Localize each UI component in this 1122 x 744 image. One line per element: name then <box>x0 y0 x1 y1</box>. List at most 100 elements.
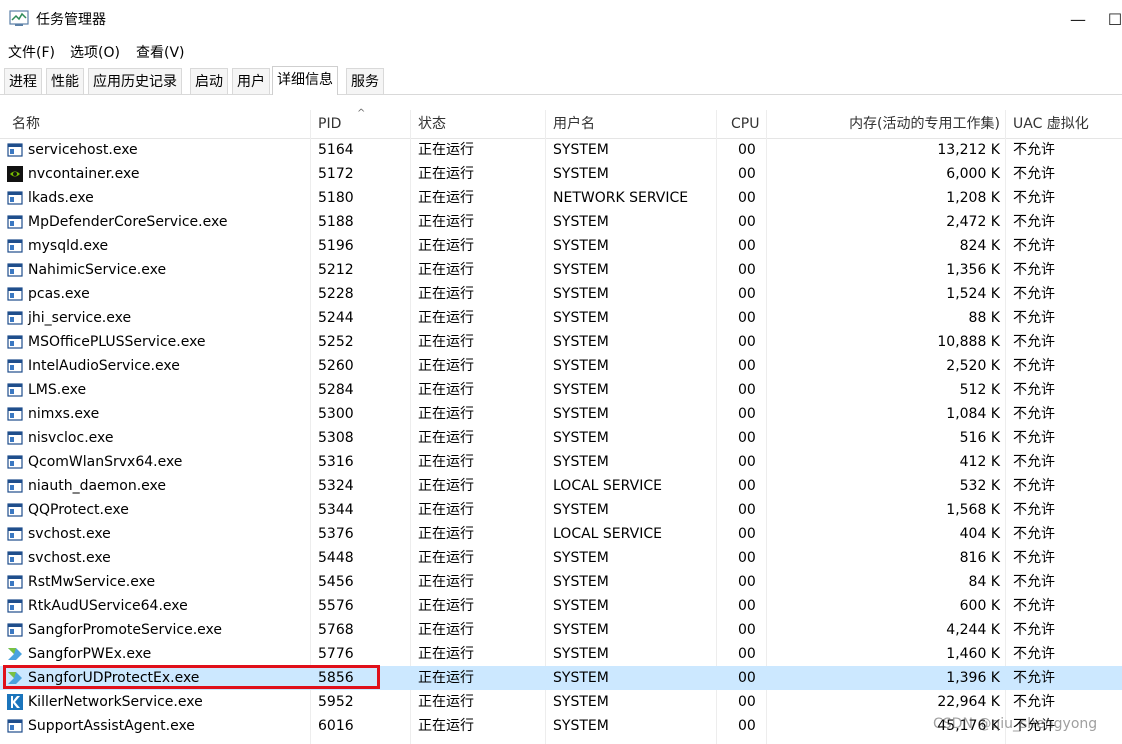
process-uac: 不允许 <box>1013 646 1055 662</box>
table-row[interactable]: niauth_daemon.exe 5324 正在运行 LOCAL SERVICE 00… <box>0 474 1122 498</box>
table-row[interactable]: jhi_service.exe 5244 正在运行 SYSTEM 00 88 K 不允许 <box>0 306 1122 330</box>
tab-app-history[interactable]: 应用历史记录 <box>88 68 182 94</box>
table-row[interactable]: svchost.exe 5448 正在运行 SYSTEM 00 816 K 不允许 <box>0 546 1122 570</box>
process-cpu: 00 <box>738 238 756 254</box>
tab-startup[interactable]: 启动 <box>190 68 228 94</box>
process-uac: 不允许 <box>1013 574 1055 590</box>
process-user: SYSTEM <box>553 262 609 278</box>
table-row[interactable]: mysqld.exe 5196 正在运行 SYSTEM 00 824 K 不允许 <box>0 234 1122 258</box>
table-row[interactable]: pcas.exe 5228 正在运行 SYSTEM 00 1,524 K 不允许 <box>0 282 1122 306</box>
app-window-icon <box>7 406 23 422</box>
table-row[interactable]: lkads.exe 5180 正在运行 NETWORK SERVICE 00 1,208 … <box>0 186 1122 210</box>
menu-file[interactable]: 文件(F) <box>8 42 55 62</box>
column-header-user[interactable]: 用户名 <box>553 110 595 138</box>
table-row[interactable]: NahimicService.exe 5212 正在运行 SYSTEM 00 1,356 … <box>0 258 1122 282</box>
process-cpu: 00 <box>738 478 756 494</box>
tab-services[interactable]: 服务 <box>346 68 384 94</box>
process-pid: 5316 <box>318 454 354 470</box>
process-memory: 6,000 K <box>946 166 1000 182</box>
menu-view[interactable]: 查看(V) <box>136 42 185 62</box>
table-row[interactable]: QcomWlanSrvx64.exe 5316 正在运行 SYSTEM 00 412 K 不… <box>0 450 1122 474</box>
tab-users[interactable]: 用户 <box>232 68 270 94</box>
table-row[interactable]: MpDefenderCoreService.exe 5188 正在运行 SYSTEM 0… <box>0 210 1122 234</box>
menu-options[interactable]: 选项(O) <box>70 42 120 62</box>
table-row[interactable]: IntelAudioService.exe 5260 正在运行 SYSTEM 00 2,5… <box>0 354 1122 378</box>
table-row[interactable]: svchost.exe 5376 正在运行 LOCAL SERVICE 00 404 K 不… <box>0 522 1122 546</box>
process-pid: 5300 <box>318 406 354 422</box>
process-uac: 不允许 <box>1013 334 1055 350</box>
process-pid: 5212 <box>318 262 354 278</box>
process-status: 正在运行 <box>418 694 474 710</box>
process-memory: 84 K <box>968 574 1000 590</box>
process-cpu: 00 <box>738 502 756 518</box>
process-uac: 不允许 <box>1013 550 1055 566</box>
column-header-uac[interactable]: UAC 虚拟化 <box>1013 110 1089 138</box>
process-uac: 不允许 <box>1013 214 1055 230</box>
process-pid: 5196 <box>318 238 354 254</box>
column-header-cpu[interactable]: CPU <box>731 110 759 138</box>
app-window-icon <box>7 718 23 734</box>
process-cpu: 00 <box>738 598 756 614</box>
process-uac: 不允许 <box>1013 598 1055 614</box>
process-status: 正在运行 <box>418 358 474 374</box>
process-name: MSOfficePLUSService.exe <box>28 334 206 350</box>
process-uac: 不允许 <box>1013 238 1055 254</box>
column-header-pid[interactable]: PID <box>318 110 341 138</box>
process-name: nimxs.exe <box>28 406 100 422</box>
minimize-button[interactable]: — <box>1058 0 1098 38</box>
process-cpu: 00 <box>738 334 756 350</box>
table-row[interactable]: nimxs.exe 5300 正在运行 SYSTEM 00 1,084 K 不允许 <box>0 402 1122 426</box>
process-pid: 5284 <box>318 382 354 398</box>
tab-processes[interactable]: 进程 <box>4 68 42 94</box>
process-status: 正在运行 <box>418 166 474 182</box>
table-row[interactable]: KillerNetworkService.exe 5952 正在运行 SYSTEM 00… <box>0 690 1122 714</box>
process-memory: 4,244 K <box>946 622 1000 638</box>
tab-performance[interactable]: 性能 <box>46 68 84 94</box>
tab-details[interactable]: 详细信息 <box>272 66 338 95</box>
process-memory: 88 K <box>968 310 1000 326</box>
maximize-button[interactable]: ☐ <box>1100 0 1122 38</box>
process-uac: 不允许 <box>1013 166 1055 182</box>
sort-ascending-icon: ^ <box>357 108 366 119</box>
process-cpu: 00 <box>738 310 756 326</box>
watermark-text: CSDN @qiu_shengyong <box>933 716 1098 732</box>
process-name: SupportAssistAgent.exe <box>28 718 195 734</box>
process-cpu: 00 <box>738 166 756 182</box>
app-window-icon <box>7 526 23 542</box>
column-header-memory[interactable]: 内存(活动的专用工作集) <box>770 110 1000 138</box>
process-memory: 1,396 K <box>946 670 1000 686</box>
table-row[interactable]: RstMwService.exe 5456 正在运行 SYSTEM 00 84 K 不允许 <box>0 570 1122 594</box>
window-title: 任务管理器 <box>36 12 106 28</box>
process-pid: 5576 <box>318 598 354 614</box>
app-window-icon <box>7 382 23 398</box>
table-row[interactable]: nisvcloc.exe 5308 正在运行 SYSTEM 00 516 K 不允许 <box>0 426 1122 450</box>
process-user: NETWORK SERVICE <box>553 190 689 206</box>
app-window-icon <box>7 598 23 614</box>
process-name: RstMwService.exe <box>28 574 156 590</box>
table-row[interactable]: SangforPromoteService.exe 5768 正在运行 SYSTEM 0… <box>0 618 1122 642</box>
app-window-icon <box>7 454 23 470</box>
process-memory: 404 K <box>959 526 1000 542</box>
process-status: 正在运行 <box>418 190 474 206</box>
table-row[interactable]: MSOfficePLUSService.exe 5252 正在运行 SYSTEM 00 1… <box>0 330 1122 354</box>
process-memory: 412 K <box>959 454 1000 470</box>
process-uac: 不允许 <box>1013 142 1055 158</box>
process-cpu: 00 <box>738 214 756 230</box>
process-memory: 824 K <box>959 238 1000 254</box>
table-row[interactable]: SangforPWEx.exe 5776 正在运行 SYSTEM 00 1,460 K 不允… <box>0 642 1122 666</box>
process-name: MpDefenderCoreService.exe <box>28 214 228 230</box>
column-header-name[interactable]: 名称 <box>12 110 40 138</box>
table-row[interactable]: nvcontainer.exe 5172 正在运行 SYSTEM 00 6,000 K 不允… <box>0 162 1122 186</box>
process-memory: 1,356 K <box>946 262 1000 278</box>
process-pid: 5164 <box>318 142 354 158</box>
process-cpu: 00 <box>738 142 756 158</box>
table-row[interactable]: LMS.exe 5284 正在运行 SYSTEM 00 512 K 不允许 <box>0 378 1122 402</box>
table-row[interactable]: RtkAudUService64.exe 5576 正在运行 SYSTEM 00 600 … <box>0 594 1122 618</box>
process-name: lkads.exe <box>28 190 94 206</box>
process-user: SYSTEM <box>553 670 609 686</box>
app-window-icon <box>7 574 23 590</box>
table-row[interactable]: QQProtect.exe 5344 正在运行 SYSTEM 00 1,568 K 不允许 <box>0 498 1122 522</box>
process-name: svchost.exe <box>28 526 111 542</box>
column-header-status[interactable]: 状态 <box>418 110 446 138</box>
table-row[interactable]: servicehost.exe 5164 正在运行 SYSTEM 00 13,212 K 不… <box>0 138 1122 162</box>
